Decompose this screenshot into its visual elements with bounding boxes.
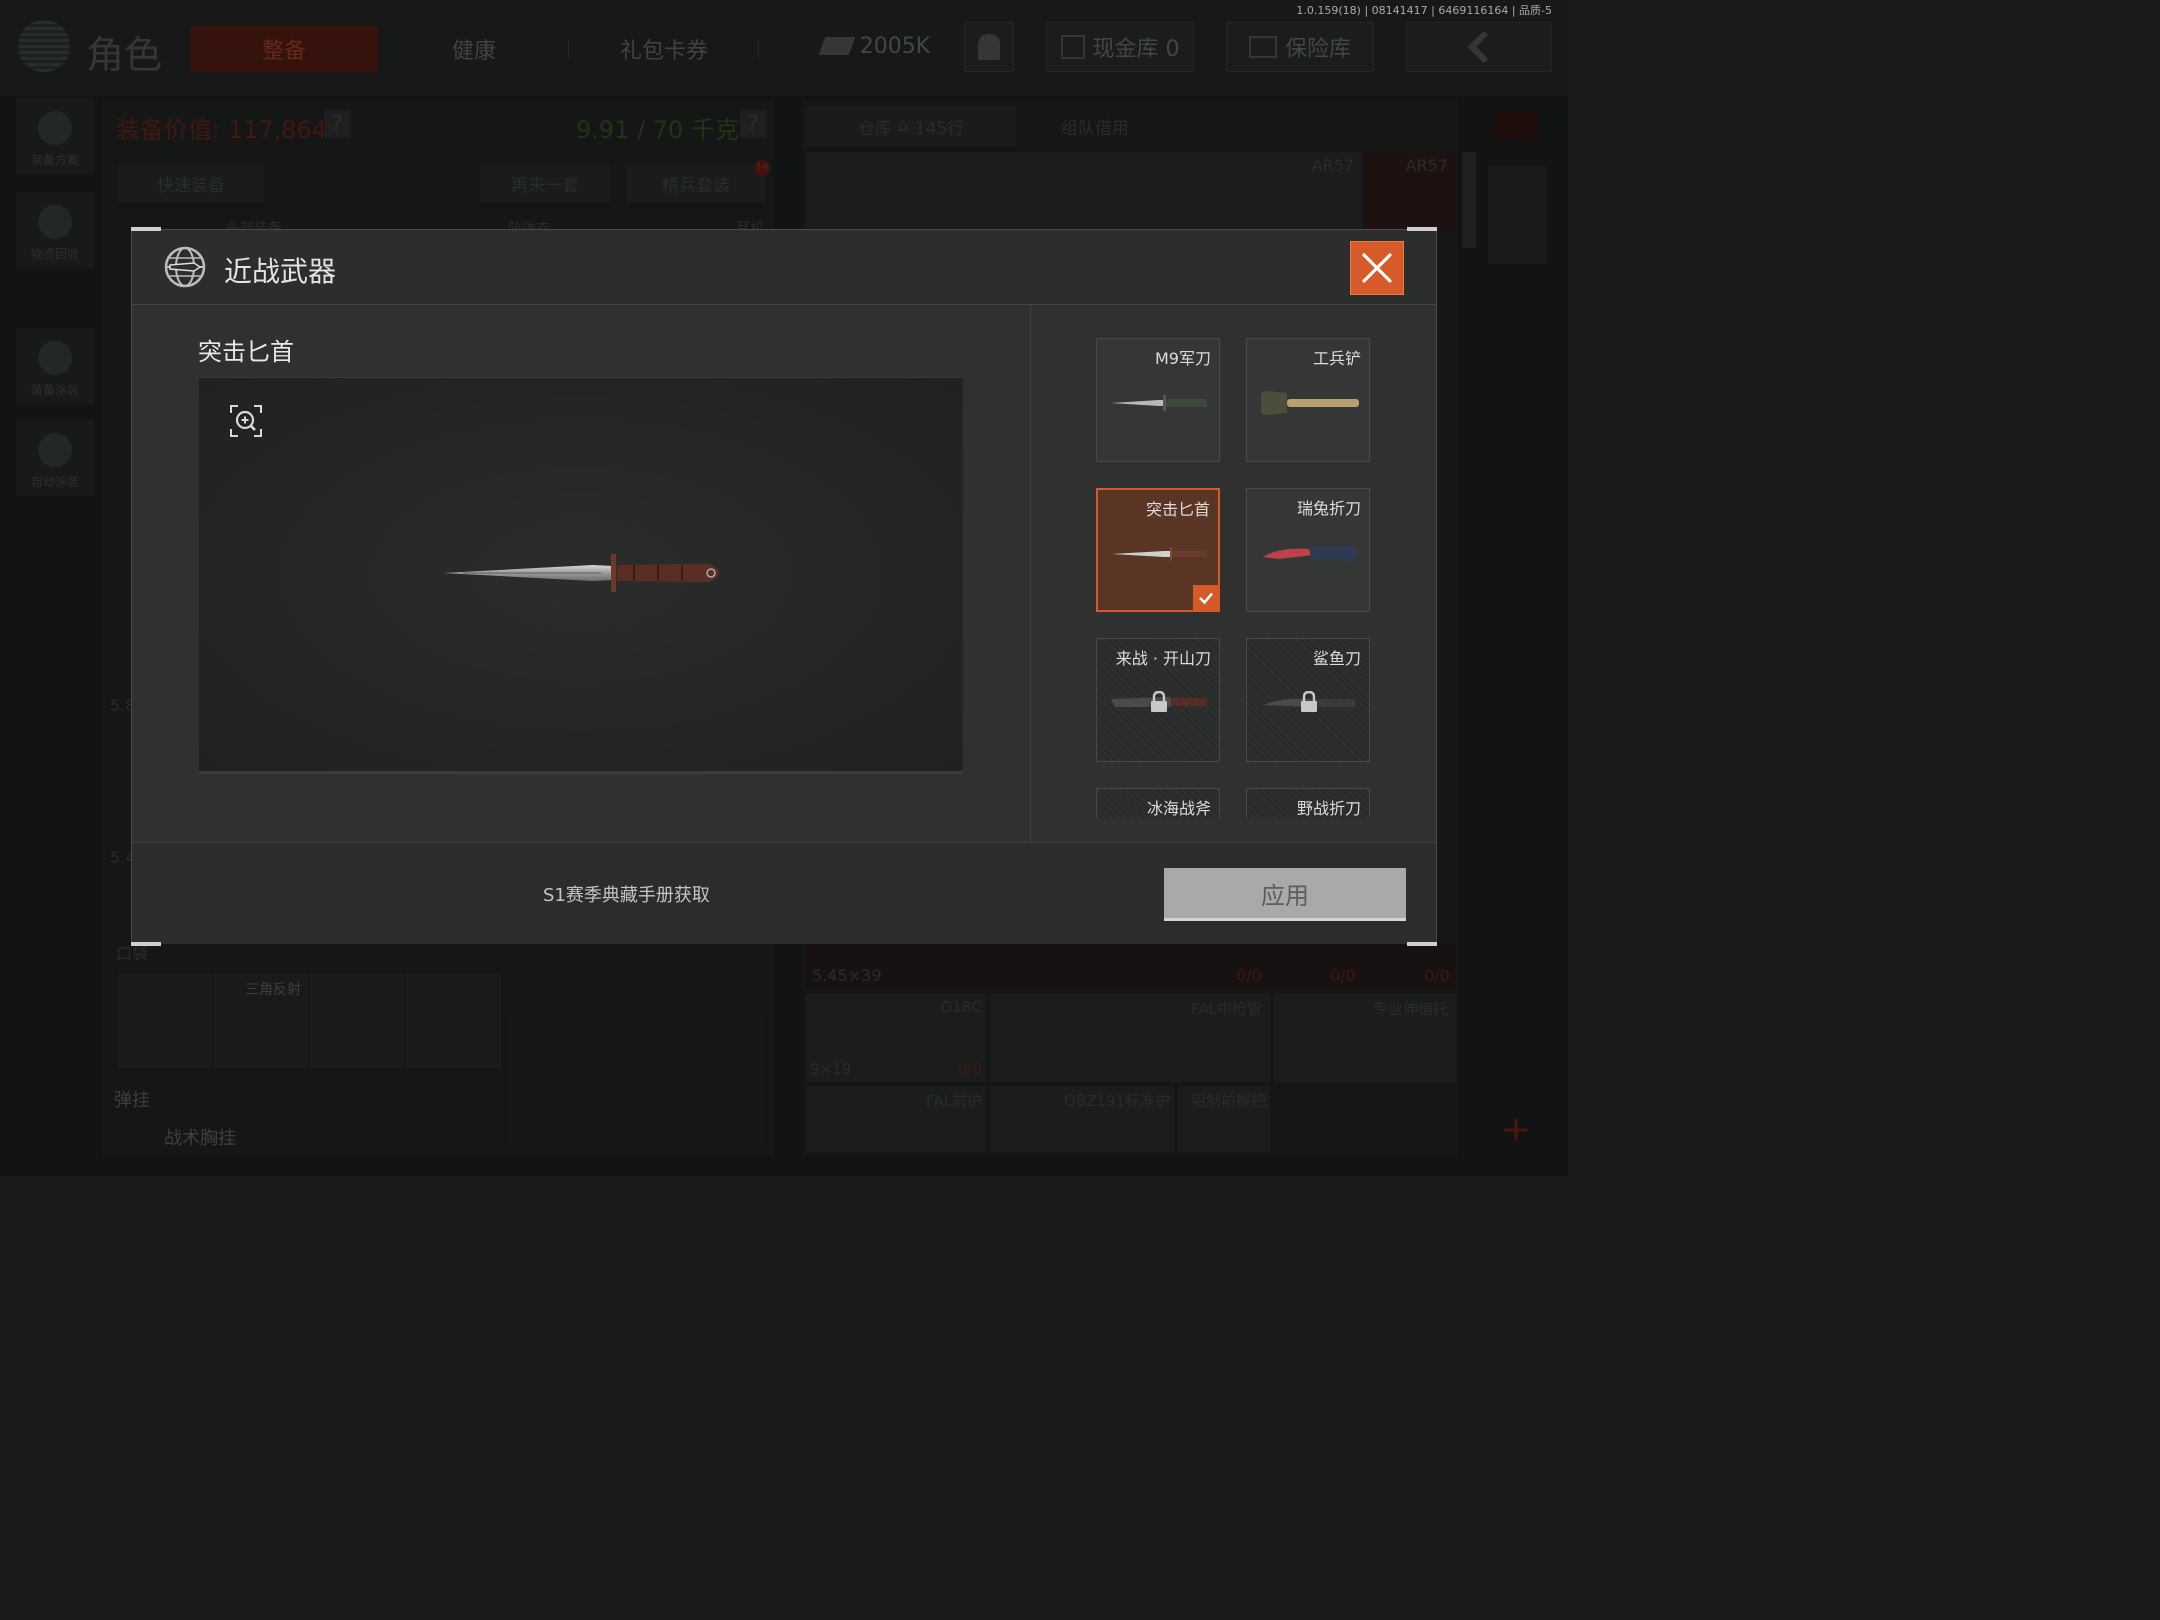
weapon-card-label: 瑞兔折刀 <box>1296 499 1361 518</box>
weapon-card-ice-axe[interactable]: 冰海战斧 <box>1096 788 1220 818</box>
weapon-preview[interactable] <box>199 377 963 772</box>
selected-check-icon <box>1193 585 1219 611</box>
globe-knife-icon <box>164 246 206 288</box>
dialog-title: 近战武器 <box>224 255 337 288</box>
panel-divider <box>1030 305 1031 842</box>
bayonet-knife-icon <box>1111 395 1207 411</box>
lock-icon <box>1301 691 1317 712</box>
weapon-card-label: 突击匕首 <box>1145 500 1210 519</box>
dialog-footer: S1赛季典藏手册获取 应用 <box>132 842 1436 944</box>
weapon-card-label: 冰海战斧 <box>1146 799 1211 818</box>
close-button[interactable] <box>1350 241 1404 295</box>
melee-weapon-dialog: 近战武器 突击匕首 M9军刀 工兵铲 突击匕首 瑞兔折刀 来战 · 开山刀 鲨鱼… <box>131 227 1437 946</box>
acquisition-source: S1赛季典藏手册获取 <box>543 885 710 906</box>
weapon-card-machete[interactable]: 来战 · 开山刀 <box>1096 638 1220 762</box>
dagger-icon <box>1112 547 1208 561</box>
frame-corner <box>1407 942 1437 946</box>
weapon-card-shovel[interactable]: 工兵铲 <box>1246 338 1370 462</box>
zoom-in-icon[interactable] <box>229 404 263 438</box>
weapon-card-label: 野战折刀 <box>1296 799 1361 818</box>
frame-corner <box>131 227 161 231</box>
apply-button[interactable]: 应用 <box>1164 868 1406 921</box>
weapon-card-field-knife[interactable]: 野战折刀 <box>1246 788 1370 818</box>
weapon-card-shark-knife[interactable]: 鲨鱼刀 <box>1246 638 1370 762</box>
close-icon <box>1362 253 1392 283</box>
frame-corner <box>131 942 161 946</box>
frame-corner <box>1407 227 1437 231</box>
weapon-card-label: M9军刀 <box>1155 349 1211 368</box>
lock-icon <box>1151 691 1167 712</box>
weapon-card-m9[interactable]: M9军刀 <box>1096 338 1220 462</box>
weapon-card-assault-dagger[interactable]: 突击匕首 <box>1096 488 1220 612</box>
dialog-header: 近战武器 <box>132 230 1436 305</box>
weapon-card-label: 工兵铲 <box>1312 349 1361 368</box>
weapon-grid: M9军刀 工兵铲 突击匕首 瑞兔折刀 来战 · 开山刀 鲨鱼刀 冰海战斧 野战折… <box>1096 338 1372 818</box>
selected-weapon-name: 突击匕首 <box>198 338 294 366</box>
folding-knife-icon <box>1263 545 1357 561</box>
weapon-card-rabbit-folding[interactable]: 瑞兔折刀 <box>1246 488 1370 612</box>
shovel-icon <box>1261 391 1359 415</box>
dagger-image <box>443 554 719 592</box>
weapon-card-label: 来战 · 开山刀 <box>1115 649 1211 668</box>
preview-baseline <box>199 771 963 774</box>
weapon-card-label: 鲨鱼刀 <box>1312 649 1361 668</box>
